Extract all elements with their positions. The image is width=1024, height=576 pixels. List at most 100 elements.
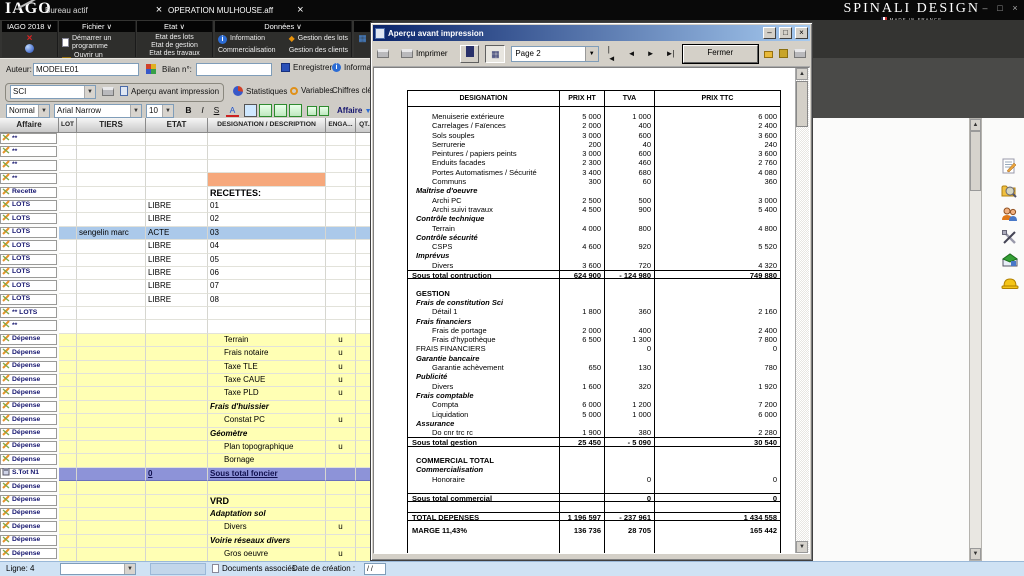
etat-cell[interactable]	[146, 361, 208, 374]
affaire-cell[interactable]: Dépense	[0, 495, 59, 508]
designation-cell[interactable]: Taxe PLD	[208, 387, 326, 400]
header-enga[interactable]: ENGA...	[326, 118, 356, 133]
etat-cell[interactable]	[146, 387, 208, 400]
affaire-cell[interactable]: Dépense	[0, 387, 59, 400]
menu-etat-title[interactable]: Etat ∨	[137, 21, 212, 32]
etat-cell[interactable]	[146, 160, 208, 173]
etat-cell[interactable]	[146, 481, 208, 494]
tiers-cell[interactable]	[77, 320, 146, 333]
menu-donnees-title[interactable]: Données ∨	[215, 21, 351, 32]
tiers-cell[interactable]	[77, 361, 146, 374]
affaire-cell[interactable]: S.Tot N1	[0, 468, 59, 481]
lot-cell[interactable]	[59, 146, 77, 159]
close-button[interactable]: ×	[1010, 3, 1020, 13]
designation-cell[interactable]: Frais d'huissier	[208, 401, 326, 414]
enga-cell[interactable]	[326, 240, 356, 253]
menu-item-gestion-clients[interactable]: Gestion des clients	[289, 47, 348, 55]
enga-cell[interactable]	[326, 213, 356, 226]
apercu-button[interactable]: Aperçu avant impression	[120, 86, 219, 96]
tiers-cell[interactable]	[77, 280, 146, 293]
preview-scroll-up-icon[interactable]: ▲	[796, 68, 808, 80]
lot-cell[interactable]	[59, 240, 77, 253]
affaire-cell[interactable]: Dépense	[0, 521, 59, 534]
tiers-cell[interactable]	[77, 200, 146, 213]
preview-scroll-down-icon[interactable]: ▼	[796, 541, 808, 553]
etat-cell[interactable]	[146, 347, 208, 360]
lot-cell[interactable]	[59, 414, 77, 427]
dialog-title-bar[interactable]: Aperçu avant impression – □ ×	[373, 25, 810, 41]
scroll-up-icon[interactable]: ▲	[970, 119, 981, 131]
affaire-cell[interactable]: LOTS	[0, 227, 59, 240]
tiers-cell[interactable]	[77, 441, 146, 454]
enga-cell[interactable]	[326, 454, 356, 467]
tiers-cell[interactable]: sengelin marc	[77, 227, 146, 240]
etat-cell[interactable]	[146, 320, 208, 333]
preview-scrollbar-thumb[interactable]	[796, 81, 808, 127]
enga-cell[interactable]: u	[326, 334, 356, 347]
enga-cell[interactable]	[326, 254, 356, 267]
etat-cell[interactable]	[146, 414, 208, 427]
affaire-cell[interactable]: LOTS	[0, 280, 59, 293]
lot-cell[interactable]	[59, 361, 77, 374]
designation-cell[interactable]: 03	[208, 227, 326, 240]
enga-cell[interactable]	[326, 508, 356, 521]
affaire-cell[interactable]: LOTS	[0, 213, 59, 226]
designation-cell[interactable]: Taxe CAUE	[208, 374, 326, 387]
etat-cell[interactable]	[146, 508, 208, 521]
affaire-cell[interactable]: LOTS	[0, 267, 59, 280]
affaire-cell[interactable]: **	[0, 133, 59, 146]
designation-cell[interactable]: Voirie réseaux divers	[208, 535, 326, 548]
enga-cell[interactable]	[326, 468, 356, 481]
font-select[interactable]: Arial Narrow▼	[54, 104, 142, 118]
etat-cell[interactable]	[146, 187, 208, 200]
header-designation[interactable]: DESIGNATION / DESCRIPTION	[208, 118, 326, 133]
tiers-cell[interactable]	[77, 294, 146, 307]
tiers-cell[interactable]	[77, 495, 146, 508]
enga-cell[interactable]: u	[326, 374, 356, 387]
affaire-cell[interactable]: Dépense	[0, 361, 59, 374]
tab-close-icon[interactable]: ×	[156, 4, 162, 16]
tiers-cell[interactable]	[77, 535, 146, 548]
print-setup-icon[interactable]	[794, 45, 806, 63]
lot-cell[interactable]	[59, 508, 77, 521]
affaire-cell[interactable]: LOTS	[0, 294, 59, 307]
lot-cell[interactable]	[59, 160, 77, 173]
etat-cell[interactable]: 0	[146, 468, 208, 481]
tiers-cell[interactable]	[77, 267, 146, 280]
lot-cell[interactable]	[59, 254, 77, 267]
designation-cell[interactable]: 07	[208, 280, 326, 293]
etat-cell[interactable]: LIBRE	[146, 200, 208, 213]
hardhat-icon[interactable]	[1001, 276, 1019, 295]
grid-icon[interactable]: ▦	[358, 33, 367, 43]
previous-page-icon[interactable]: ◄	[625, 47, 638, 60]
enga-cell[interactable]	[326, 267, 356, 280]
designation-cell[interactable]: 01	[208, 200, 326, 213]
tiers-cell[interactable]	[77, 548, 146, 561]
lot-cell[interactable]	[59, 454, 77, 467]
designation-cell[interactable]: 05	[208, 254, 326, 267]
etat-cell[interactable]	[146, 428, 208, 441]
affaire-cell[interactable]: **	[0, 160, 59, 173]
enga-cell[interactable]: u	[326, 548, 356, 561]
imprimer-button[interactable]: Imprimer	[395, 47, 454, 60]
status-select[interactable]: ▼	[60, 563, 136, 575]
affaire-cell[interactable]: Dépense	[0, 441, 59, 454]
designation-cell[interactable]	[208, 146, 326, 159]
chart-mini-icon[interactable]	[146, 64, 156, 76]
enga-cell[interactable]	[326, 280, 356, 293]
menu-item-information[interactable]: iInformation	[218, 35, 265, 44]
affaire-cell[interactable]: Dépense	[0, 401, 59, 414]
menu-item-etat-travaux[interactable]: Etat des travaux	[140, 50, 209, 57]
edit-document-icon[interactable]	[1001, 158, 1018, 180]
etat-cell[interactable]	[146, 146, 208, 159]
bold-button[interactable]: B	[182, 104, 195, 117]
style-select[interactable]: Normal▼	[6, 104, 50, 118]
lot-cell[interactable]	[59, 334, 77, 347]
enga-cell[interactable]	[326, 200, 356, 213]
designation-cell[interactable]: 06	[208, 267, 326, 280]
tiers-cell[interactable]	[77, 428, 146, 441]
header-tiers[interactable]: TIERS	[77, 118, 146, 133]
affaire-cell[interactable]: Dépense	[0, 334, 59, 347]
tab-operation-mulhouse[interactable]: OPERATION MULHOUSE.aff ×	[168, 0, 304, 20]
enga-cell[interactable]	[326, 428, 356, 441]
